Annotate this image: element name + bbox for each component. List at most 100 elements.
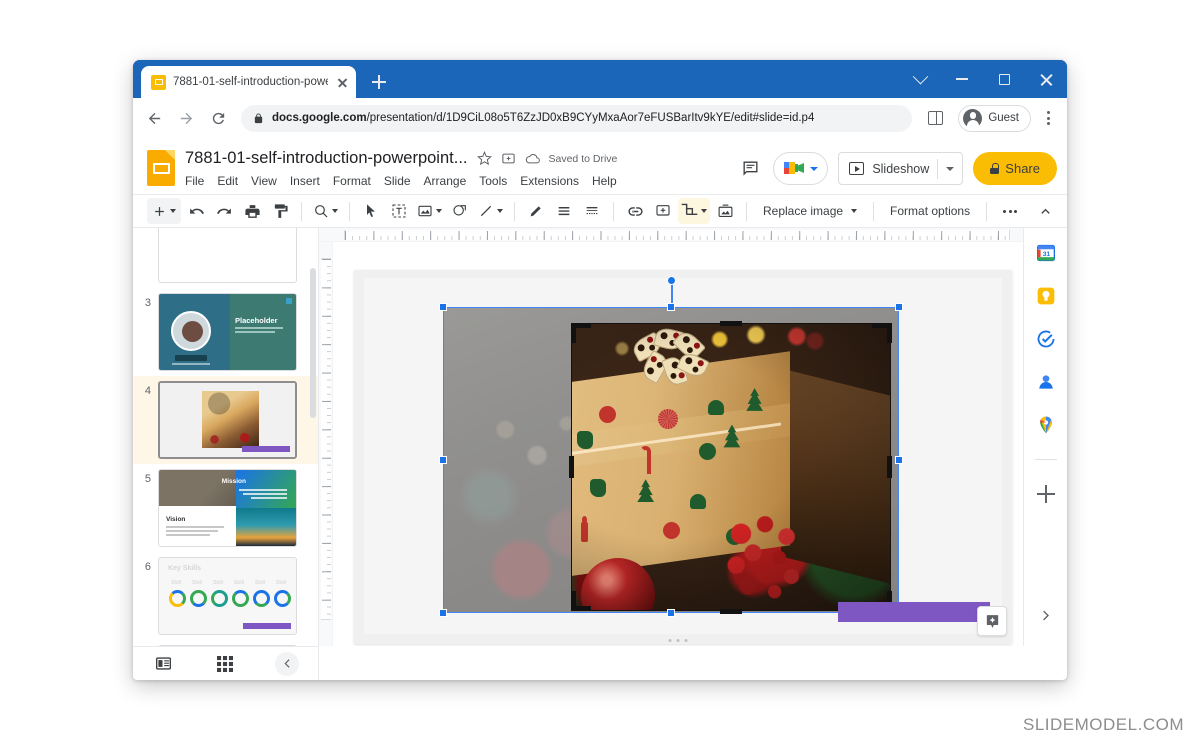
layout-button[interactable] xyxy=(579,198,605,224)
list-item[interactable]: 5 Vision Mission xyxy=(133,464,319,552)
new-slide-button[interactable] xyxy=(147,198,181,224)
list-item[interactable]: 6 Key Skills Skill Skill Skill Skill Ski… xyxy=(133,552,319,640)
comment-icon[interactable] xyxy=(737,156,763,182)
close-icon[interactable] xyxy=(335,75,350,90)
menu-arrange[interactable]: Arrange xyxy=(424,174,467,188)
google-contacts-icon[interactable] xyxy=(1035,371,1057,393)
grid-view-icon[interactable] xyxy=(213,652,237,676)
resize-handle-bl[interactable] xyxy=(439,609,447,617)
move-to-folder-icon[interactable] xyxy=(501,151,516,166)
redo-button[interactable] xyxy=(211,198,237,224)
share-button[interactable]: Share xyxy=(973,152,1057,185)
chevron-down-icon[interactable] xyxy=(946,167,954,171)
canvas-surface[interactable]: 4 xyxy=(333,242,1023,646)
list-item[interactable]: 4 xyxy=(133,376,319,464)
resize-handle-tr[interactable] xyxy=(895,303,903,311)
horizontal-ruler[interactable] xyxy=(319,228,1023,242)
google-tasks-icon[interactable] xyxy=(1035,328,1057,350)
filmstrip-scrollbar[interactable] xyxy=(310,268,316,418)
window-close-icon[interactable] xyxy=(1025,60,1067,98)
slide-thumb-3[interactable]: Placeholder xyxy=(158,293,297,371)
expand-side-panel-icon[interactable] xyxy=(1035,604,1057,626)
collapse-toolbar-icon[interactable] xyxy=(1033,198,1059,224)
menu-edit[interactable]: Edit xyxy=(217,174,238,188)
reload-icon[interactable] xyxy=(203,103,233,133)
crop-image-button[interactable] xyxy=(678,198,710,224)
crop-handle-t[interactable] xyxy=(720,321,742,326)
speaker-notes-icon[interactable] xyxy=(152,652,176,676)
resize-handle-r[interactable] xyxy=(895,456,903,464)
crop-handle-tr[interactable] xyxy=(872,323,892,343)
page-title[interactable]: 7881-01-self-introduction-powerpoint... xyxy=(185,149,468,168)
minimize-icon[interactable] xyxy=(941,60,983,98)
crop-handle-b[interactable] xyxy=(720,609,742,614)
paint-format-button[interactable] xyxy=(267,198,293,224)
google-maps-icon[interactable] xyxy=(1035,414,1057,436)
kebab-menu-icon[interactable] xyxy=(1037,104,1059,132)
resize-handle-t[interactable] xyxy=(667,303,675,311)
google-keep-icon[interactable] xyxy=(1035,285,1057,307)
slide-editing-surface[interactable]: 4 xyxy=(354,270,1012,644)
chevron-down-icon[interactable] xyxy=(497,209,503,213)
chevron-down-icon[interactable] xyxy=(332,209,338,213)
slide-thumb-6[interactable]: Key Skills Skill Skill Skill Skill Skill… xyxy=(158,557,297,635)
chevron-down-icon[interactable] xyxy=(899,60,941,98)
explore-button[interactable] xyxy=(977,606,1007,636)
add-on-plus-icon[interactable] xyxy=(1035,483,1057,505)
zoom-button[interactable] xyxy=(310,198,341,224)
text-box-button[interactable] xyxy=(386,198,412,224)
menu-file[interactable]: File xyxy=(185,174,204,188)
google-meet-button[interactable] xyxy=(773,152,828,185)
slide-thumb-5[interactable]: Vision Mission xyxy=(158,469,297,547)
slideshow-button[interactable]: Slideshow xyxy=(838,152,963,185)
profile-chip[interactable]: Guest xyxy=(958,105,1031,132)
slide-filmstrip[interactable]: 3 Placeholder 4 xyxy=(133,228,319,646)
google-calendar-icon[interactable]: 31 xyxy=(1035,242,1057,264)
menu-tools[interactable]: Tools xyxy=(479,174,507,188)
more-options-icon[interactable] xyxy=(995,210,1025,213)
menu-slide[interactable]: Slide xyxy=(384,174,411,188)
insert-image-button[interactable] xyxy=(414,198,445,224)
forward-icon[interactable] xyxy=(171,103,201,133)
menu-format[interactable]: Format xyxy=(333,174,371,188)
chevron-down-icon[interactable] xyxy=(436,209,442,213)
print-button[interactable] xyxy=(239,198,265,224)
resize-handle-b[interactable] xyxy=(667,609,675,617)
chevron-down-icon[interactable] xyxy=(701,209,707,213)
crop-handle-bl[interactable] xyxy=(571,591,591,611)
fill-lines-icon[interactable] xyxy=(551,198,577,224)
rotate-handle[interactable] xyxy=(667,276,676,285)
add-comment-icon[interactable] xyxy=(650,198,676,224)
replace-image-button[interactable]: Replace image xyxy=(755,204,865,218)
slide-thumb-4[interactable] xyxy=(158,381,297,459)
vertical-ruler[interactable] xyxy=(319,242,333,646)
line-button[interactable] xyxy=(475,198,506,224)
select-tool-button[interactable] xyxy=(358,198,384,224)
crop-handle-r[interactable] xyxy=(887,456,892,478)
new-tab-icon[interactable] xyxy=(365,68,393,96)
side-panel-icon[interactable] xyxy=(920,103,950,133)
url-bar[interactable]: docs.google.com/presentation/d/1D9CiL08o… xyxy=(241,105,912,132)
shape-button[interactable] xyxy=(447,198,473,224)
crop-handle-tl[interactable] xyxy=(571,323,591,343)
menu-insert[interactable]: Insert xyxy=(290,174,320,188)
star-icon[interactable] xyxy=(477,151,492,166)
menu-view[interactable]: View xyxy=(251,174,277,188)
back-icon[interactable] xyxy=(139,103,169,133)
chevron-down-icon[interactable] xyxy=(170,209,176,213)
pen-button[interactable] xyxy=(523,198,549,224)
undo-button[interactable] xyxy=(183,198,209,224)
resize-handle-tl[interactable] xyxy=(439,303,447,311)
menu-help[interactable]: Help xyxy=(592,174,617,188)
maximize-icon[interactable] xyxy=(983,60,1025,98)
browser-tab[interactable]: 7881-01-self-introduction-power xyxy=(141,66,356,98)
mask-image-icon[interactable] xyxy=(712,198,738,224)
image-crop-selection[interactable] xyxy=(443,307,899,613)
menu-extensions[interactable]: Extensions xyxy=(520,174,579,188)
list-item[interactable]: 3 Placeholder xyxy=(133,288,319,376)
resize-handle-l[interactable] xyxy=(439,456,447,464)
format-options-button[interactable]: Format options xyxy=(882,204,978,218)
crop-handle-l[interactable] xyxy=(569,456,574,478)
collapse-filmstrip-icon[interactable] xyxy=(275,652,299,676)
slide-thumb-partial[interactable] xyxy=(133,228,319,288)
